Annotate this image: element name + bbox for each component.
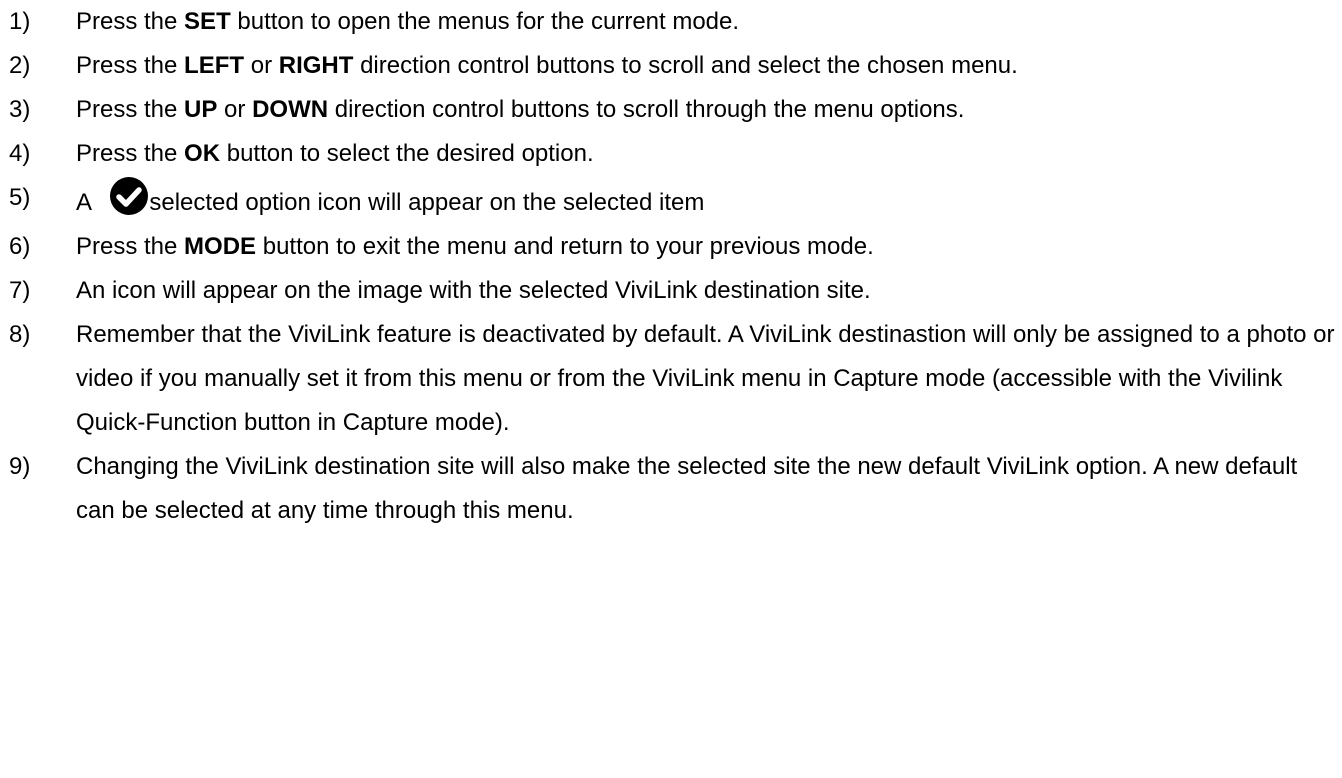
step-text-segment: or [244,52,279,79]
step-number: 7) [9,277,31,304]
step-text: A selected option icon will appear on th… [76,177,705,216]
button-name: UP [184,96,218,123]
step-number: 4) [9,140,31,167]
step-text-segment: button to open the menus for the current… [230,8,740,35]
step-text-segment: direction control buttons to scroll thro… [328,96,965,123]
step-text-segment: Remember that the ViviLink feature is de… [76,321,1335,436]
step-text: Press the SET button to open the menus f… [76,8,739,35]
button-name: LEFT [184,52,245,79]
step-number: 8) [9,321,31,348]
step-text-segment: Press the [76,140,185,167]
step-number: 3) [9,96,31,123]
step-text-segment: direction control buttons to scroll and … [353,52,1018,79]
instruction-step: 9) Changing the ViviLink destination site… [0,445,1342,533]
step-text-segment: button to exit the menu and return to yo… [256,233,874,260]
step-text: Changing the ViviLink destination site w… [76,453,1297,524]
step-number: 5) [9,184,31,211]
instruction-step: 7) An icon will appear on the image with … [0,269,1342,313]
instruction-step: 8) Remember that the ViviLink feature is … [0,313,1342,445]
step-number: 9) [9,453,31,480]
step-text: An icon will appear on the image with th… [76,277,871,304]
step-text: Press the UP or DOWN direction control b… [76,96,964,123]
step-text-segment: Press the [76,52,185,79]
step-text-segment: or [217,96,253,123]
step-text-segment: An icon will appear on the image with th… [76,277,871,304]
step-text-segment: Press the [76,233,185,260]
step-number: 6) [9,233,31,260]
instruction-step: 6) Press the MODE button to exit the menu… [0,225,1342,269]
step-text-segment: Press the [76,8,185,35]
step-text-segment: button to select the desired option. [220,140,594,167]
step-text: Press the OK button to select the desire… [76,140,594,167]
instruction-step: 5) A selected option icon will appear on … [0,176,1342,225]
instruction-list: 1) Press the SET button to open the menus… [0,0,1342,533]
instruction-step: 2) Press the LEFT or RIGHT direction cont… [0,44,1342,88]
step-text-segment: Press the [76,96,185,123]
step-text-segment: selected option icon will appear on the … [149,189,705,216]
check-circle-icon [109,176,149,216]
step-number: 1) [9,8,31,35]
button-name: MODE [184,233,257,260]
button-name: RIGHT [278,52,354,79]
button-name: OK [184,140,221,167]
step-text: Press the LEFT or RIGHT direction contro… [76,52,1018,79]
instruction-step: 3) Press the UP or DOWN direction control… [0,88,1342,132]
button-name: DOWN [252,96,329,123]
step-number: 2) [9,52,31,79]
instruction-step: 4) Press the OK button to select the desi… [0,132,1342,176]
step-text-segment: A [76,189,98,216]
instruction-step: 1) Press the SET button to open the menus… [0,0,1342,44]
step-text: Press the MODE button to exit the menu a… [76,233,874,260]
step-text: Remember that the ViviLink feature is de… [76,321,1335,436]
step-text-segment: Changing the ViviLink destination site w… [76,453,1298,524]
button-name: SET [184,8,231,35]
